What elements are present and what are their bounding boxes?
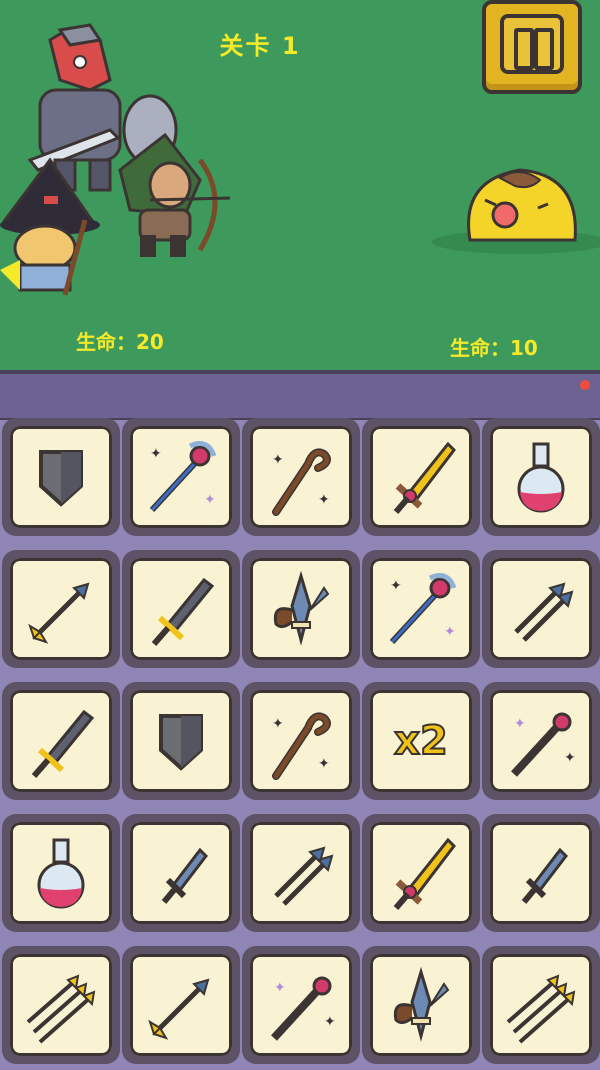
notification-dot <box>580 380 590 390</box>
board-cell[interactable] <box>2 814 120 932</box>
mage-hero <box>0 157 100 296</box>
board-cell[interactable] <box>122 946 240 1064</box>
potion-icon <box>37 838 85 909</box>
item-card <box>250 558 352 660</box>
item-card <box>370 822 472 924</box>
svg-text:✦: ✦ <box>204 492 216 508</box>
item-card <box>130 558 232 660</box>
arrow-icon <box>148 978 210 1040</box>
board-cell[interactable] <box>482 814 600 932</box>
item-card <box>490 558 592 660</box>
board-cell[interactable] <box>122 550 240 668</box>
dagger-icon <box>521 847 568 904</box>
board-cell[interactable]: ✦ ✦ <box>122 418 240 536</box>
svg-text:✦: ✦ <box>324 1014 336 1030</box>
item-card <box>130 822 232 924</box>
svg-text:✦: ✦ <box>318 492 330 508</box>
item-card: ✦ ✦ <box>130 426 232 528</box>
board-cell[interactable] <box>2 682 120 800</box>
board-cell[interactable]: x2 <box>362 682 480 800</box>
board-cell[interactable] <box>362 814 480 932</box>
board-cell[interactable] <box>2 946 120 1064</box>
board-cell[interactable] <box>122 682 240 800</box>
svg-text:✦: ✦ <box>150 446 162 462</box>
iron-sword-icon <box>151 577 215 646</box>
item-board: ✦ ✦ ✦ ✦ ✦ ✦ ✦ ✦ x2 ✦ ✦ ✦ ✦ <box>0 370 600 1070</box>
item-card <box>10 690 112 792</box>
board-cell[interactable] <box>482 418 600 536</box>
wand-icon: ✦✦ <box>271 976 336 1041</box>
board-cell[interactable]: ✦ ✦ <box>242 946 360 1064</box>
board-cell[interactable] <box>482 550 600 668</box>
item-card: x2 <box>370 690 472 792</box>
item-card <box>490 954 592 1056</box>
item-card <box>490 426 592 528</box>
fleur-trident-icon <box>273 570 330 646</box>
svg-text:✦: ✦ <box>318 756 330 772</box>
slime-enemy <box>432 168 600 254</box>
svg-text:✦: ✦ <box>444 624 456 640</box>
item-card <box>10 954 112 1056</box>
double-arrow-icon <box>514 582 574 642</box>
item-card: ✦ ✦ <box>250 426 352 528</box>
svg-text:✦: ✦ <box>272 716 284 732</box>
item-card <box>10 426 112 528</box>
shield-icon <box>159 714 203 771</box>
wooden-staff-icon: ✦✦ <box>272 448 331 516</box>
item-card: ✦ ✦ <box>250 690 352 792</box>
pause-button[interactable] <box>482 0 582 94</box>
enemy-hp: 生命：10 <box>450 336 538 360</box>
svg-text:✦: ✦ <box>272 452 284 468</box>
board-cell[interactable] <box>2 550 120 668</box>
item-card: ✦ ✦ <box>490 690 592 792</box>
board-cell[interactable]: ✦ ✦ <box>242 418 360 536</box>
double-arrow-icon <box>274 846 334 906</box>
iron-sword-icon <box>31 709 95 778</box>
board-cell[interactable] <box>362 418 480 536</box>
shield-icon <box>39 450 83 507</box>
board-cell[interactable]: ✦ ✦ <box>482 682 600 800</box>
item-card <box>250 822 352 924</box>
golden-sword-icon <box>393 441 456 514</box>
item-card <box>490 822 592 924</box>
svg-text:✦: ✦ <box>390 578 402 594</box>
arrow-icon <box>28 582 90 644</box>
item-card <box>130 954 232 1056</box>
svg-text:✦: ✦ <box>274 980 286 996</box>
golden-sword-icon <box>393 837 456 910</box>
board-cell[interactable] <box>482 946 600 1064</box>
pause-icon <box>500 14 564 74</box>
item-card: ✦ ✦ <box>250 954 352 1056</box>
svg-text:✦: ✦ <box>564 750 576 766</box>
battlefield: 关卡 1 生命：20 生命：10 <box>0 0 600 370</box>
wand-icon: ✦✦ <box>511 712 576 777</box>
item-card <box>10 558 112 660</box>
board-cell[interactable] <box>362 946 480 1064</box>
hero-party <box>0 23 231 296</box>
magic-staff-icon: ✦✦ <box>149 441 217 513</box>
wooden-staff-icon: ✦✦ <box>272 712 331 780</box>
item-card <box>370 954 472 1056</box>
board-cell[interactable]: ✦ ✦ <box>362 550 480 668</box>
triple-arrow-icon <box>26 974 96 1044</box>
board-header <box>0 374 600 420</box>
triple-arrow-icon <box>506 974 576 1044</box>
item-card <box>370 426 472 528</box>
fleur-trident-icon <box>393 966 450 1042</box>
board-cell[interactable] <box>242 550 360 668</box>
board-cell[interactable] <box>2 418 120 536</box>
magic-staff-icon: ✦✦ <box>389 573 457 645</box>
potion-icon <box>517 442 565 513</box>
svg-text:✦: ✦ <box>514 716 526 732</box>
item-card: ✦ ✦ <box>370 558 472 660</box>
board-cell[interactable] <box>242 814 360 932</box>
item-card <box>10 822 112 924</box>
board-cell[interactable] <box>122 814 240 932</box>
dagger-icon <box>161 847 208 904</box>
x2-multiplier-label: x2 <box>393 717 449 765</box>
item-card <box>130 690 232 792</box>
board-cell[interactable]: ✦ ✦ <box>242 682 360 800</box>
player-hp: 生命：20 <box>76 330 164 354</box>
